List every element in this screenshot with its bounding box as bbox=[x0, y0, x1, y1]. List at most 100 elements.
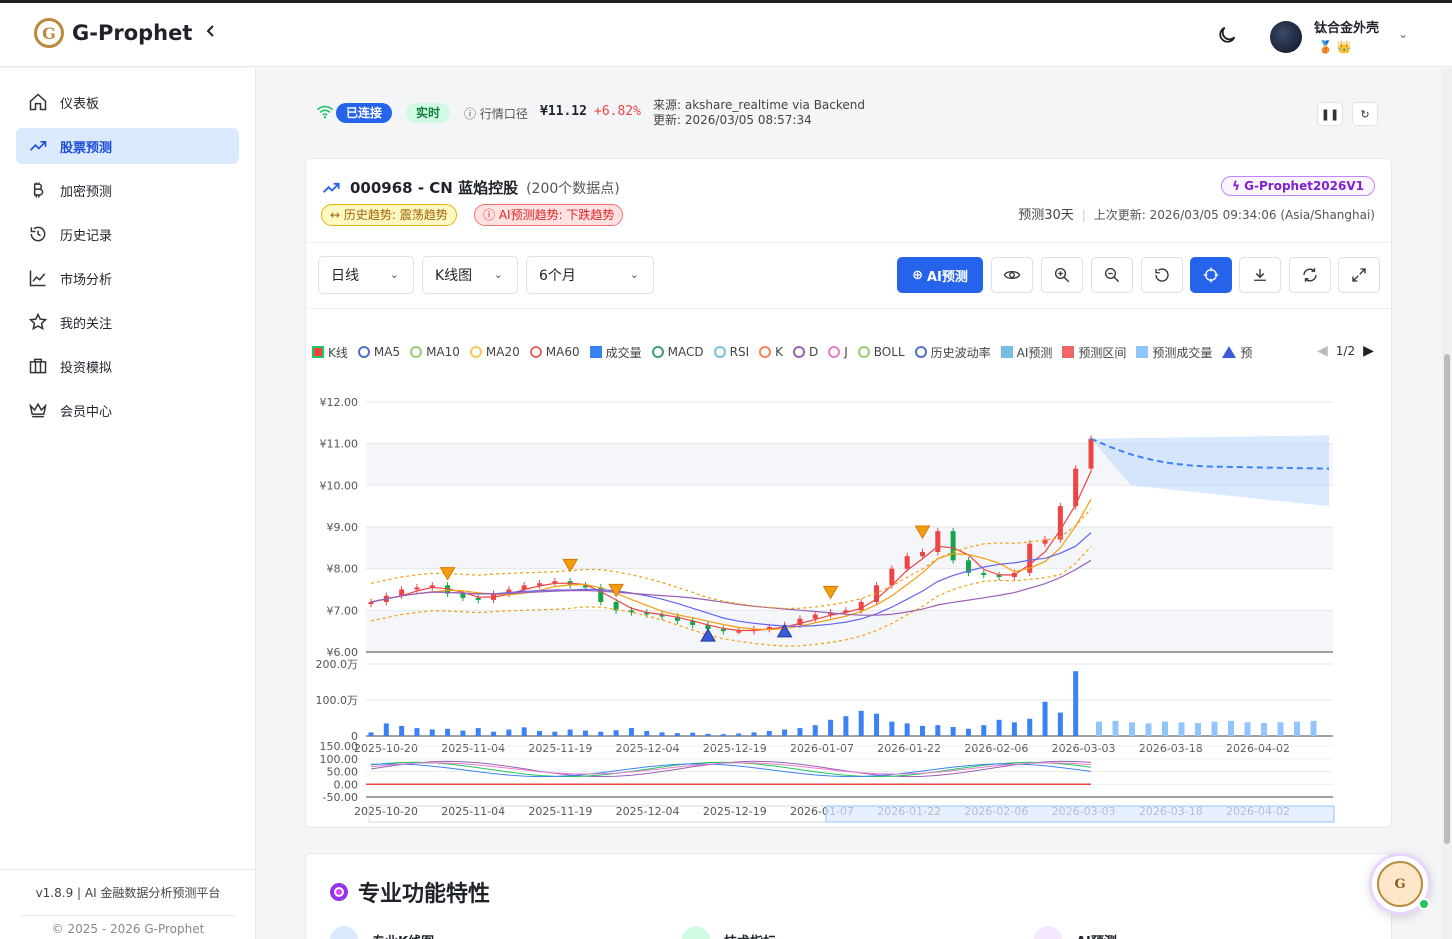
forecast-volume-bar bbox=[1261, 723, 1267, 736]
x-tick-label: 2025-12-04 bbox=[616, 742, 680, 755]
briefcase-icon bbox=[29, 358, 47, 374]
candle bbox=[981, 572, 987, 575]
x-tick-label: 2026-01-22 bbox=[877, 742, 941, 755]
price-tick-label: ¥11.00 bbox=[320, 438, 359, 451]
candle bbox=[812, 614, 818, 619]
x-tick-label: 2025-11-04 bbox=[441, 805, 505, 818]
target-icon bbox=[330, 883, 348, 901]
indicator-tick-label: 150.00 bbox=[320, 740, 359, 753]
x-tick-label: 2025-10-20 bbox=[354, 805, 418, 818]
volume-bar bbox=[797, 728, 803, 736]
forecast-volume-bar bbox=[1162, 721, 1168, 736]
stock-chart-card: 000968 - CN 蓝焰控股 (200个数据点) ↔ 历史趋势: 震荡趋势 … bbox=[305, 158, 1392, 828]
moon-icon bbox=[1219, 26, 1236, 43]
candle bbox=[460, 593, 466, 598]
indicator-tick-label: 0.00 bbox=[334, 778, 359, 791]
sidebar-item-label: 市场分析 bbox=[60, 272, 113, 288]
sidebar-item-simulation[interactable]: 投资模拟 bbox=[16, 348, 239, 384]
volume-bar bbox=[736, 733, 742, 736]
price-tick-label: ¥9.00 bbox=[327, 521, 359, 534]
candle bbox=[904, 556, 910, 569]
candle bbox=[368, 602, 374, 605]
refresh-icon: ↻ bbox=[1360, 107, 1370, 121]
history-icon bbox=[30, 226, 46, 242]
sidebar-item-dashboard[interactable]: 仪表板 bbox=[16, 84, 239, 120]
volume-bar bbox=[843, 716, 849, 736]
pause-icon: ❚❚ bbox=[1320, 107, 1340, 121]
sidebar-item-history[interactable]: 历史记录 bbox=[16, 216, 239, 252]
forecast-volume-bar bbox=[1145, 723, 1152, 736]
updated-text: 更新: 2026/03/05 08:57:34 bbox=[653, 113, 812, 127]
x-tick-label: 2026-02-06 bbox=[964, 742, 1028, 755]
sidebar-item-membership[interactable]: 会员中心 bbox=[16, 392, 239, 428]
wifi-icon bbox=[316, 105, 334, 119]
x-tick-label: 2025-11-04 bbox=[441, 742, 505, 755]
forecast-volume-bar bbox=[1195, 723, 1201, 736]
scrollbar-thumb[interactable] bbox=[1444, 354, 1450, 844]
stock-chart[interactable]: ¥12.00¥11.00¥10.00¥9.00¥8.00¥7.00¥6.0020… bbox=[306, 159, 1393, 829]
volume-bar bbox=[996, 719, 1002, 736]
user-menu[interactable]: 钛合金外壳 🥉 👑 ⌄ bbox=[1270, 17, 1408, 54]
online-indicator bbox=[1418, 898, 1430, 910]
x-tick-label: 2025-10-20 bbox=[354, 742, 418, 755]
chevron-left-icon bbox=[206, 25, 214, 37]
sidebar-item-watchlist[interactable]: 我的关注 bbox=[16, 304, 239, 340]
forecast-volume-bar bbox=[1244, 722, 1251, 736]
candle bbox=[414, 587, 420, 590]
page-scrollbar[interactable] bbox=[1442, 68, 1452, 939]
logo-icon: G bbox=[34, 18, 64, 48]
volume-bar bbox=[674, 733, 680, 736]
volume-bar bbox=[981, 725, 987, 736]
trend-up-icon bbox=[29, 141, 47, 151]
forecast-volume-bar bbox=[1096, 721, 1102, 736]
sidebar-item-market-analysis[interactable]: 市场分析 bbox=[16, 260, 239, 296]
volume-bar bbox=[1057, 712, 1063, 736]
ai-assistant-button[interactable]: G bbox=[1369, 853, 1431, 915]
collapse-sidebar-button[interactable] bbox=[203, 23, 219, 44]
candle bbox=[720, 629, 726, 632]
price-tick-label: ¥8.00 bbox=[327, 563, 359, 576]
sidebar-item-crypto-predict[interactable]: 加密预测 bbox=[16, 172, 239, 208]
volume-bar bbox=[475, 728, 481, 736]
refresh-status-button[interactable]: ↻ bbox=[1352, 102, 1378, 126]
pause-button[interactable]: ❚❚ bbox=[1317, 102, 1343, 126]
sidebar-item-stock-predict[interactable]: 股票预测 bbox=[16, 128, 239, 164]
volume-bar bbox=[445, 728, 451, 736]
theme-toggle-button[interactable] bbox=[1216, 24, 1238, 46]
volume-bar bbox=[429, 729, 435, 736]
price-tick-label: ¥7.00 bbox=[327, 604, 359, 617]
volume-bar bbox=[552, 731, 558, 736]
forecast-volume-bar bbox=[1211, 721, 1218, 736]
feature-label: AI预测 bbox=[1076, 931, 1117, 939]
copyright-text: © 2025 - 2026 G-Prophet bbox=[20, 915, 236, 936]
user-name: 钛合金外壳 bbox=[1314, 21, 1380, 36]
forecast-volume-bar bbox=[1129, 722, 1135, 736]
info-icon: ⓘ bbox=[464, 107, 480, 121]
sidebar-item-label: 我的关注 bbox=[60, 316, 113, 332]
volume-bar bbox=[950, 727, 956, 736]
feature-ai: AI预测 bbox=[1034, 926, 1117, 939]
volume-bar bbox=[919, 725, 925, 736]
sidebar-item-label: 股票预测 bbox=[60, 140, 113, 156]
x-tick-label: 2026-03-18 bbox=[1139, 742, 1203, 755]
grid-band bbox=[366, 610, 1333, 652]
current-price: ¥11.12 bbox=[540, 104, 587, 119]
volume-bar bbox=[582, 730, 588, 736]
x-tick-label: 2025-12-19 bbox=[703, 805, 767, 818]
x-tick-label: 2025-11-19 bbox=[528, 805, 592, 818]
chevron-down-icon: ⌄ bbox=[1398, 27, 1409, 41]
x-tick-label: 2026-04-02 bbox=[1226, 742, 1290, 755]
volume-bar bbox=[690, 732, 696, 736]
app-logo[interactable]: G G-Prophet bbox=[34, 18, 192, 48]
connection-badge: 已连接 bbox=[336, 103, 393, 123]
feature-label: 技术指标 bbox=[724, 931, 776, 939]
sell-signal-marker bbox=[822, 585, 839, 600]
x-tick-label: 2026-03-03 bbox=[1052, 742, 1116, 755]
grid-band bbox=[366, 527, 1333, 569]
volume-bar bbox=[1027, 718, 1033, 736]
features-title: 专业功能特性 bbox=[330, 876, 490, 908]
candle bbox=[1057, 506, 1063, 540]
volume-bar bbox=[904, 723, 910, 736]
forecast-volume-bar bbox=[1178, 722, 1185, 736]
star-icon bbox=[28, 312, 48, 331]
